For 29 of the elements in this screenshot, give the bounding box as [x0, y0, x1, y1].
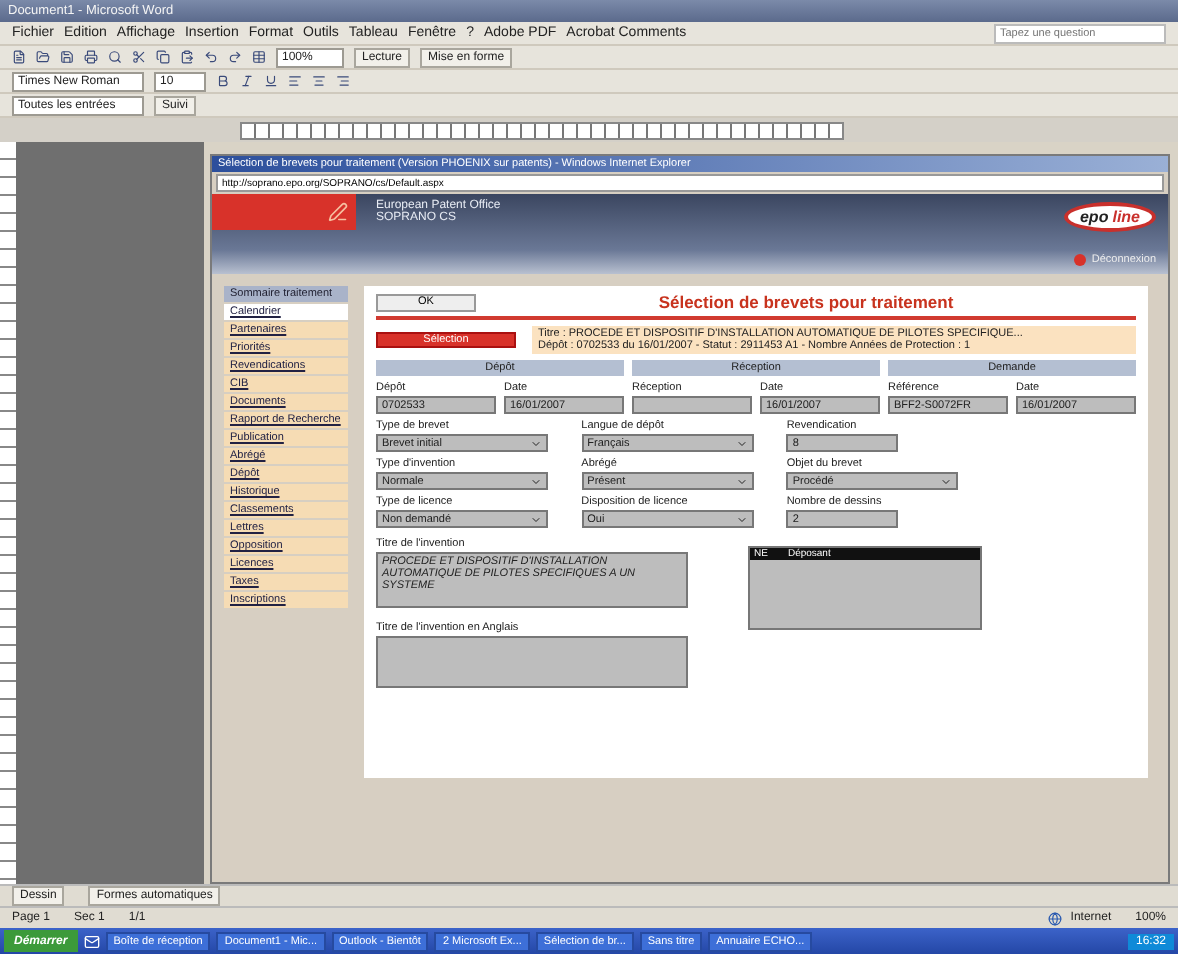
- clipboard-icon[interactable]: [180, 50, 194, 64]
- page-heading: Sélection de brevets pour traitement: [656, 292, 956, 312]
- chevron-down-icon[interactable]: [735, 437, 748, 449]
- undo-icon[interactable]: [204, 50, 218, 64]
- search-icon[interactable]: [108, 50, 122, 64]
- globe-icon: [1048, 911, 1063, 925]
- bold-icon[interactable]: [216, 74, 230, 88]
- table-icon[interactable]: [252, 50, 266, 64]
- italic-icon[interactable]: [240, 74, 254, 88]
- underline-icon[interactable]: [264, 74, 278, 88]
- chevron-down-icon[interactable]: [530, 513, 542, 525]
- align-center-icon[interactable]: [312, 74, 326, 88]
- copy-icon[interactable]: [156, 50, 170, 64]
- new-document-icon[interactable]: [12, 50, 26, 64]
- chevron-down-icon[interactable]: [735, 513, 748, 525]
- printer-icon[interactable]: [84, 50, 98, 64]
- align-right-icon[interactable]: [336, 74, 350, 88]
- save-icon[interactable]: [60, 50, 74, 64]
- chevron-down-icon[interactable]: [735, 475, 748, 487]
- chevron-down-icon[interactable]: [530, 437, 542, 449]
- redo-icon[interactable]: [228, 50, 242, 64]
- scissors-icon[interactable]: [132, 50, 146, 64]
- logo: epo line: [1063, 202, 1156, 232]
- chevron-down-icon[interactable]: [530, 475, 542, 487]
- input-field[interactable]: [632, 396, 752, 414]
- mail-icon[interactable]: [83, 933, 100, 949]
- align-left-icon[interactable]: [288, 74, 302, 88]
- folder-icon[interactable]: [36, 50, 50, 64]
- chevron-down-icon[interactable]: [940, 475, 953, 487]
